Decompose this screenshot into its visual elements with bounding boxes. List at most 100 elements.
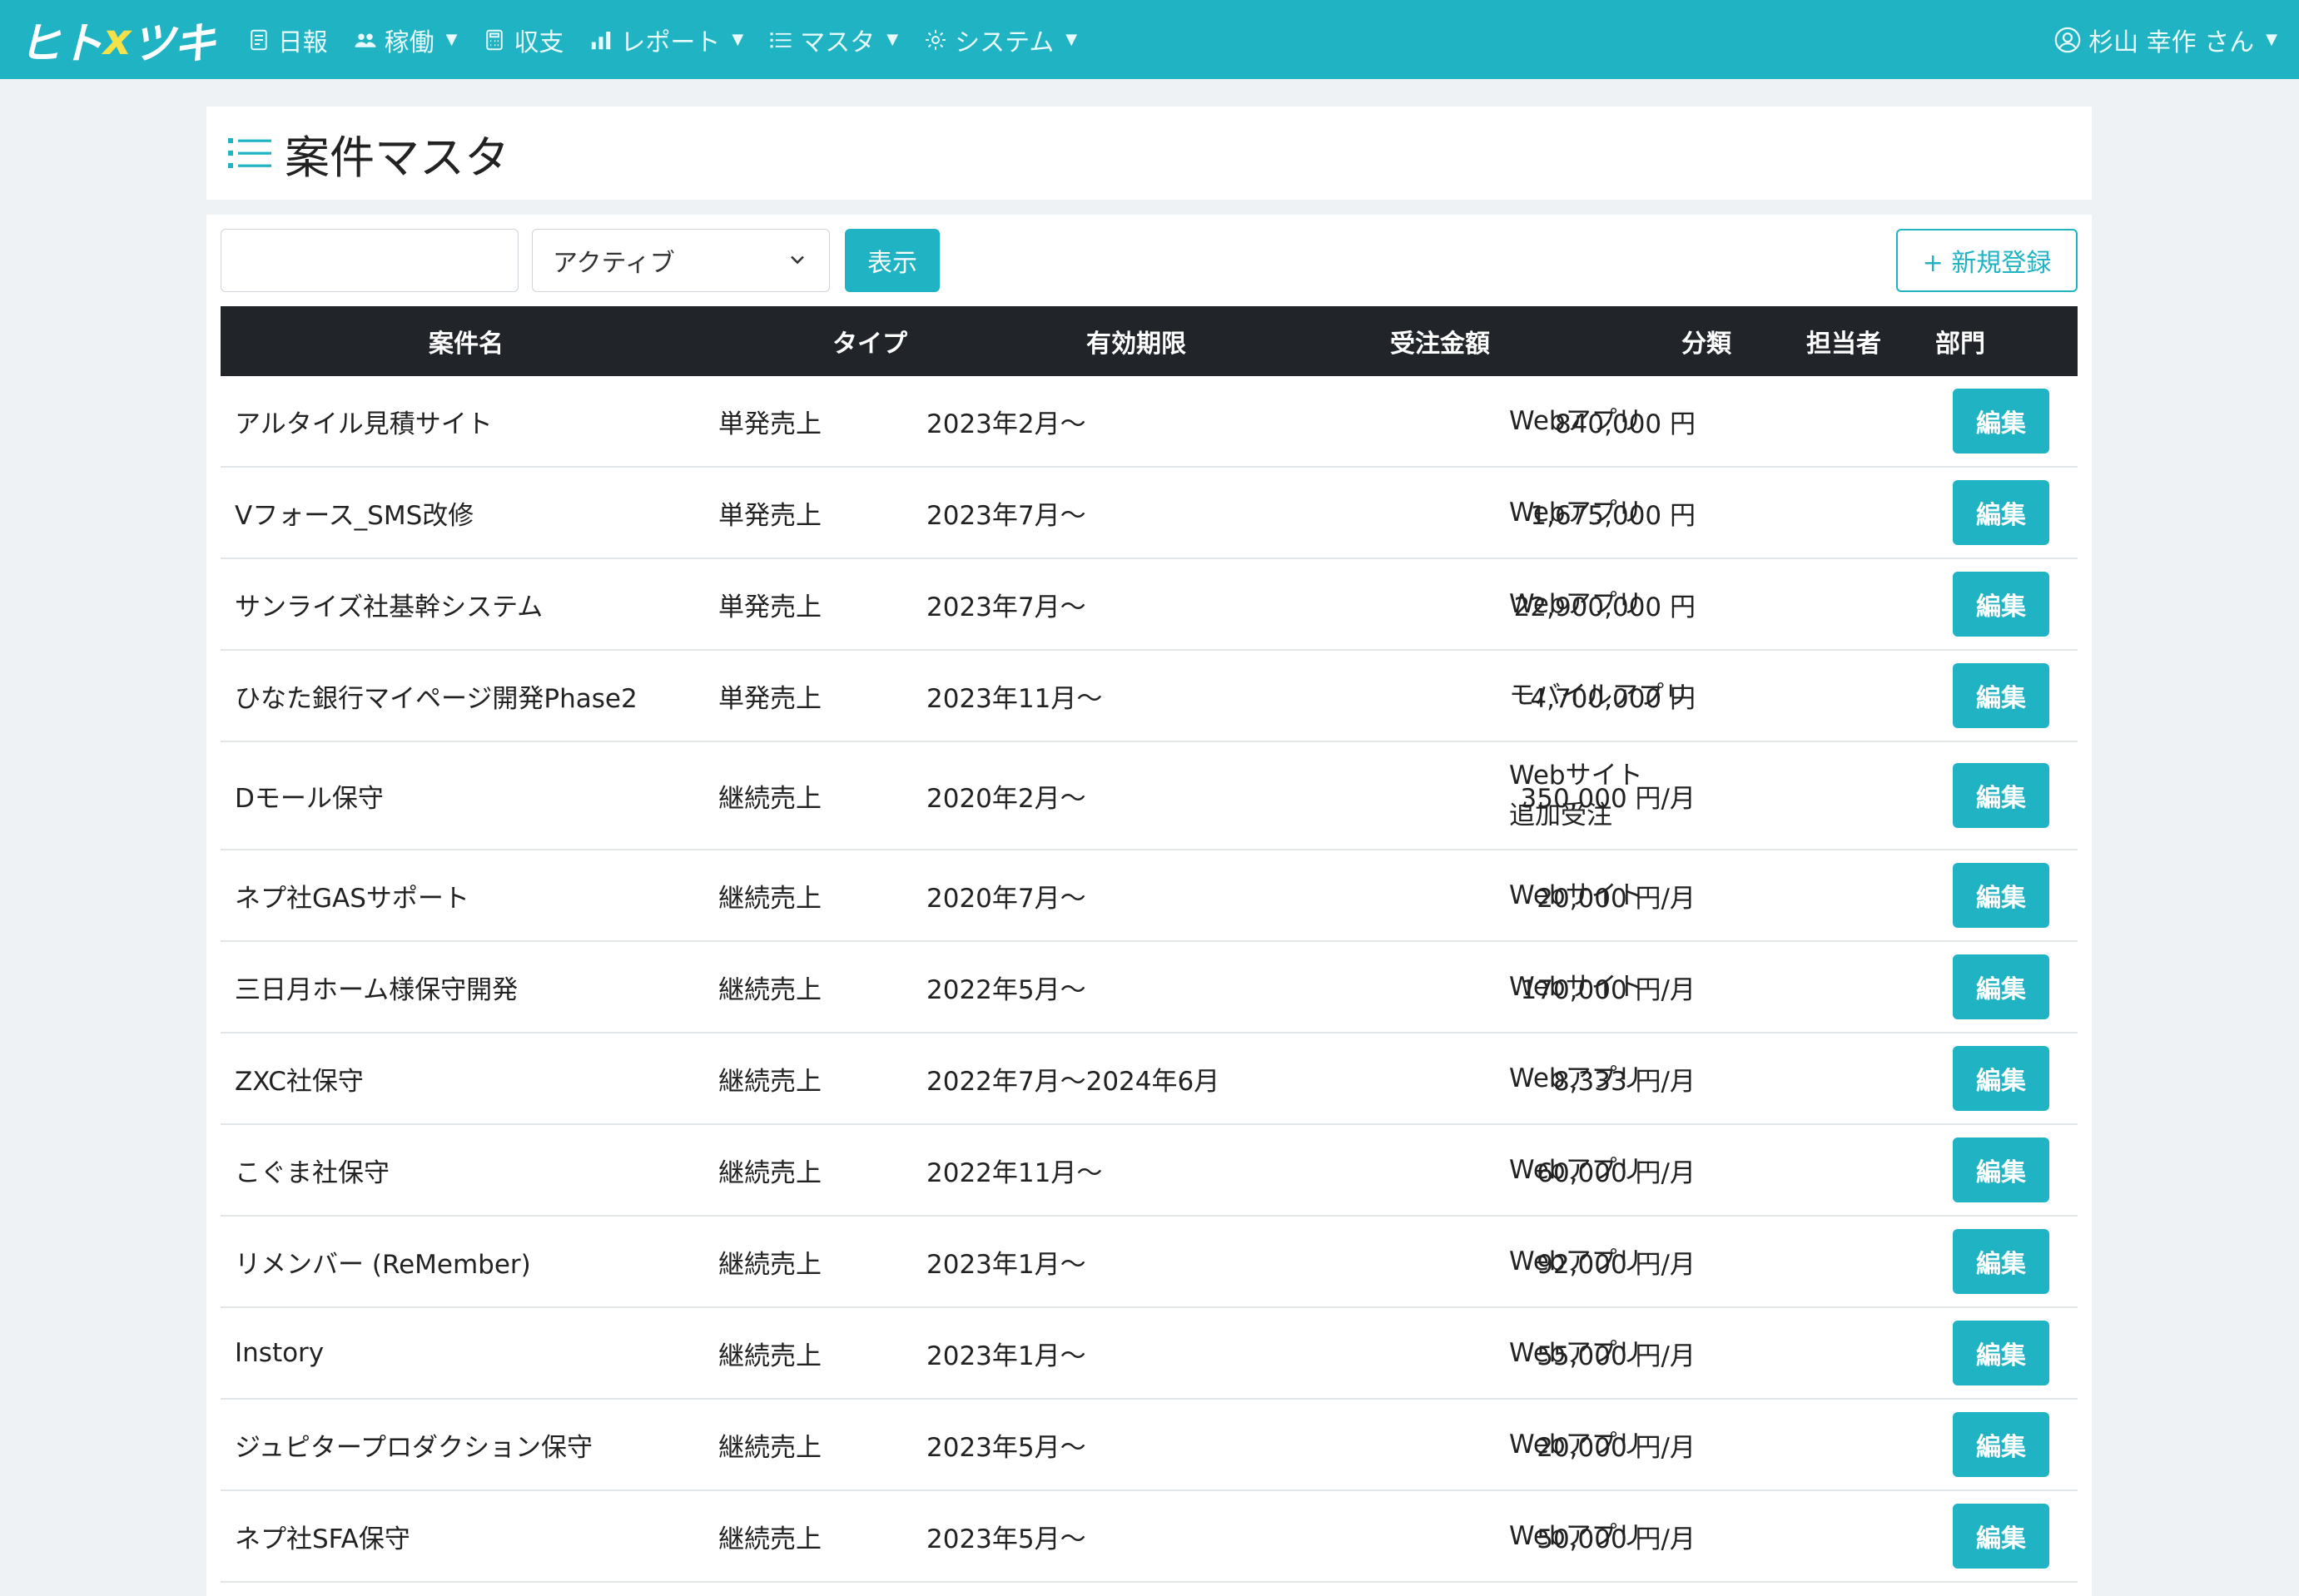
- project-category: Webアプリ: [1509, 559, 1759, 649]
- header-dept[interactable]: 部門: [1852, 306, 2068, 376]
- edit-cell: 編集: [1953, 1491, 2049, 1581]
- top-navbar: ヒト x ツキ 日報 稼働 ▼ 収支 レポート ▼ マスタ ▼ システム ▼ 杉山 幸作 さん ▼: [0, 0, 2299, 79]
- edit-button[interactable]: 編集: [1953, 1046, 2049, 1111]
- project-type: 単発売上: [718, 592, 822, 622]
- edit-button[interactable]: 編集: [1953, 1504, 2049, 1569]
- header-amount[interactable]: 受注金額: [1278, 306, 1602, 376]
- project-period: 2023年5月〜: [926, 1432, 1086, 1463]
- nav-item-label: 日報: [277, 27, 328, 57]
- project-table: 案件名 タイプ 有効期限 受注金額 分類 担当者 部門 アルタイル見積サイト単発…: [221, 306, 2078, 1583]
- nav-item-label: 稼働: [384, 27, 434, 57]
- project-name: 三日月ホーム様保守開発: [235, 974, 519, 1005]
- table-row: Instory 継続売上 2023年1月〜 55,000 円/月 Webアプリ 編集: [221, 1308, 2078, 1400]
- edit-button[interactable]: 編集: [1953, 1229, 2049, 1294]
- project-period: 2023年1月〜: [926, 1249, 1086, 1280]
- header-type[interactable]: タイプ: [745, 306, 995, 376]
- category-label: Webアプリ: [1509, 1338, 1643, 1368]
- logo-text-right: ツキ: [131, 19, 216, 69]
- page-header: 案件マスタ: [206, 107, 2092, 200]
- project-type: 継続売上: [718, 883, 822, 914]
- project-period: 2020年2月〜: [926, 783, 1086, 814]
- edit-cell: 編集: [1953, 1125, 2049, 1215]
- edit-cell: 編集: [1953, 1400, 2049, 1489]
- people-icon: [353, 27, 385, 52]
- category-label: Webアプリ: [1509, 1430, 1643, 1460]
- project-name: ひなた銀行マイページ開発Phase2: [235, 683, 638, 714]
- nav-item-label: レポート: [620, 27, 721, 57]
- user-menu[interactable]: 杉山 幸作 さん ▼: [2053, 0, 2277, 79]
- nav-item-label: マスタ: [800, 27, 876, 57]
- list-icon: [768, 27, 800, 52]
- project-name: ネプ社SFA保守: [235, 1524, 410, 1554]
- nav-item-2[interactable]: 収支: [482, 22, 564, 58]
- edit-button[interactable]: 編集: [1953, 763, 2049, 828]
- new-register-button[interactable]: + 新規登録: [1896, 229, 2078, 292]
- bar-chart-icon: [588, 27, 620, 52]
- edit-cell: 編集: [1953, 651, 2049, 741]
- header-period[interactable]: 有効期限: [995, 306, 1278, 376]
- edit-cell: 編集: [1953, 942, 2049, 1032]
- chevron-down-icon: ▼: [886, 31, 899, 48]
- project-period: 2022年5月〜: [926, 974, 1086, 1005]
- project-list-card: アクティブ 表示 + 新規登録 案件名 タイプ 有効期限 受注金額 分類 担当者…: [206, 215, 2092, 1596]
- project-type: 継続売上: [718, 1341, 822, 1371]
- project-type: 継続売上: [718, 1157, 822, 1188]
- search-input[interactable]: [221, 229, 519, 292]
- project-period: 2022年11月〜: [926, 1157, 1103, 1188]
- status-select[interactable]: アクティブ: [532, 229, 830, 292]
- project-name: こぐま社保守: [235, 1157, 390, 1188]
- table-row: アルタイル見積サイト 単発売上 2023年2月〜 840,000 円 Webアプリ 編集: [221, 376, 2078, 468]
- edit-cell: 編集: [1953, 468, 2049, 558]
- edit-cell: 編集: [1953, 850, 2049, 940]
- project-type: 単発売上: [718, 409, 822, 439]
- category-label: Webサイト: [1509, 880, 1643, 910]
- table-header: 案件名 タイプ 有効期限 受注金額 分類 担当者 部門: [221, 306, 2078, 376]
- journal-icon: [246, 27, 278, 52]
- category-label: Webアプリ: [1509, 1247, 1643, 1276]
- edit-button[interactable]: 編集: [1953, 1412, 2049, 1477]
- table-row: Dモール保守 継続売上 2020年2月〜 350,000 円/月 Webサイト 追加受注編…: [221, 742, 2078, 850]
- project-name: アルタイル見積サイト: [235, 409, 493, 439]
- table-row: リメンバー (ReMember) 継続売上 2023年1月〜 92,000 円/月 We…: [221, 1217, 2078, 1308]
- category-label: Webサイト: [1509, 972, 1643, 1002]
- nav-item-0[interactable]: 日報: [246, 22, 328, 58]
- edit-button[interactable]: 編集: [1953, 954, 2049, 1019]
- show-button[interactable]: 表示: [845, 229, 940, 292]
- table-row: ひなた銀行マイページ開発Phase2 単発売上 2023年11月〜 4,700,000…: [221, 651, 2078, 742]
- project-category: Webアプリ: [1509, 1125, 1759, 1215]
- project-type: 継続売上: [718, 783, 822, 814]
- header-name[interactable]: 案件名: [221, 306, 712, 376]
- edit-button[interactable]: 編集: [1953, 389, 2049, 454]
- table-row: サンライズ社基幹システム 単発売上 2023年7月〜 22,900,000 円 Webア…: [221, 559, 2078, 651]
- project-category: Webアプリ: [1509, 1033, 1759, 1123]
- nav-item-3[interactable]: レポート ▼: [588, 22, 743, 58]
- project-type: 継続売上: [718, 1249, 822, 1280]
- chevron-down-icon: ▼: [732, 31, 744, 48]
- edit-button[interactable]: 編集: [1953, 1138, 2049, 1202]
- table-body: アルタイル見積サイト 単発売上 2023年2月〜 840,000 円 Webアプリ 編集 V…: [221, 376, 2078, 1583]
- edit-button[interactable]: 編集: [1953, 480, 2049, 545]
- page-title: 案件マスタ: [285, 131, 509, 184]
- category-label: Webアプリ: [1509, 1155, 1643, 1185]
- edit-button[interactable]: 編集: [1953, 572, 2049, 637]
- project-name: リメンバー (ReMember): [235, 1249, 531, 1280]
- project-type: 継続売上: [718, 1524, 822, 1554]
- table-row: こぐま社保守 継続売上 2022年11月〜 60,000 円/月 Webアプリ 編集: [221, 1125, 2078, 1217]
- chevron-down-icon: ▼: [1065, 31, 1078, 48]
- project-period: 2023年5月〜: [926, 1524, 1086, 1554]
- edit-button[interactable]: 編集: [1953, 863, 2049, 928]
- edit-button[interactable]: 編集: [1953, 1321, 2049, 1385]
- nav-item-1[interactable]: 稼働 ▼: [353, 22, 457, 58]
- project-type: 単発売上: [718, 500, 822, 531]
- category-label: Webサイト: [1509, 761, 1643, 791]
- app-logo[interactable]: ヒト x ツキ: [18, 8, 216, 71]
- category-label: Webアプリ: [1509, 1063, 1643, 1093]
- nav-item-5[interactable]: システム ▼: [923, 22, 1077, 58]
- project-type: 継続売上: [718, 1432, 822, 1463]
- project-category: Webアプリ: [1509, 1217, 1759, 1306]
- project-type: 単発売上: [718, 683, 822, 714]
- project-category: Webアプリ: [1509, 1400, 1759, 1489]
- nav-item-4[interactable]: マスタ ▼: [768, 22, 898, 58]
- project-name: Vフォース_SMS改修: [235, 500, 474, 531]
- edit-button[interactable]: 編集: [1953, 663, 2049, 728]
